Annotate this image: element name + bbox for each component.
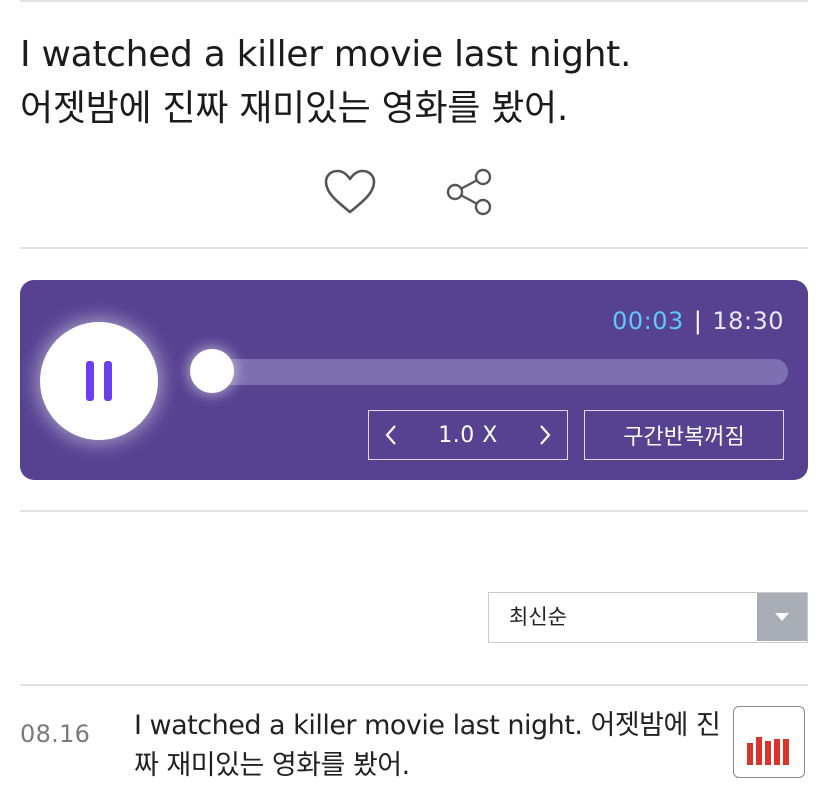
speed-decrease-button[interactable] xyxy=(369,411,413,459)
sentence-korean: 어젯밤에 진짜 재미있는 영화를 봤어. xyxy=(20,88,569,129)
top-divider xyxy=(20,0,808,2)
share-icon xyxy=(446,168,492,216)
speed-increase-button[interactable] xyxy=(523,411,567,459)
list-divider xyxy=(20,684,808,686)
chevron-right-icon xyxy=(540,425,551,445)
chevron-left-icon xyxy=(385,425,396,445)
pause-icon xyxy=(81,361,117,401)
pause-button[interactable] xyxy=(40,322,158,440)
sentence-english: I watched a killer movie last night. xyxy=(20,34,632,75)
list-item-date: 08.16 xyxy=(20,720,91,748)
speed-control: 1.0 X xyxy=(368,410,568,460)
caret-down-icon xyxy=(775,612,789,621)
progress-thumb[interactable] xyxy=(190,349,234,393)
sort-select[interactable]: 최신순 xyxy=(488,592,808,643)
audio-player: 00:03 | 18:30 1.0 X 구간반복꺼짐 xyxy=(20,280,808,480)
sentence-block: I watched a killer movie last night. 어젯밤… xyxy=(20,28,810,136)
play-sentence-button[interactable] xyxy=(733,706,805,778)
player-divider xyxy=(20,510,808,512)
total-time: 18:30 xyxy=(712,307,784,335)
repeat-toggle-button[interactable]: 구간반복꺼짐 xyxy=(584,410,784,460)
actions-divider xyxy=(20,247,808,249)
list-item[interactable]: 08.16 I watched a killer movie last nigh… xyxy=(20,700,808,788)
sort-selected-value: 최신순 xyxy=(509,605,567,629)
equalizer-icon xyxy=(747,737,789,765)
sort-dropdown-toggle[interactable] xyxy=(757,593,807,641)
sentence-actions xyxy=(0,162,828,222)
time-display: 00:03 | 18:30 xyxy=(612,306,784,336)
progress-track[interactable] xyxy=(192,359,788,385)
current-time: 00:03 xyxy=(612,307,684,335)
like-button[interactable] xyxy=(320,162,380,222)
heart-outline-icon xyxy=(324,169,376,214)
list-item-text: I watched a killer movie last night. 어젯밤… xyxy=(134,710,721,781)
share-button[interactable] xyxy=(440,162,500,222)
speed-value: 1.0 X xyxy=(438,422,498,448)
time-separator: | xyxy=(693,307,703,335)
